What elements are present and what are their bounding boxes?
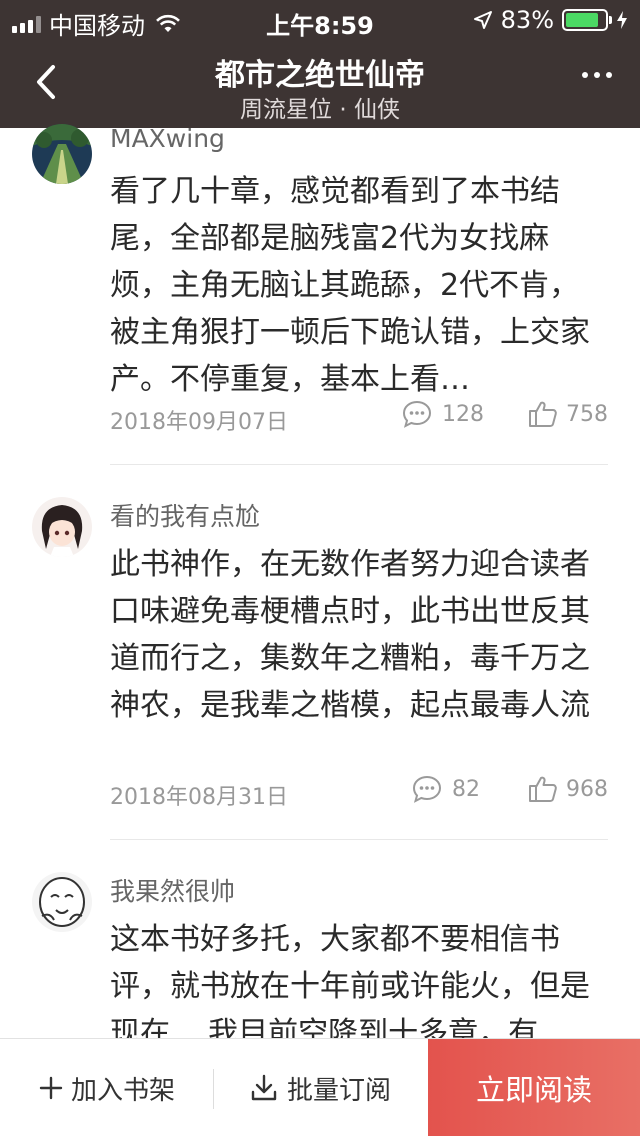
reply-button[interactable]: 128 — [402, 400, 484, 428]
batch-subscribe-label: 批量订阅 — [286, 1075, 391, 1106]
battery-fill — [566, 13, 598, 27]
reply-count: 128 — [442, 401, 484, 427]
comment-text: 此书神作，在无数作者努力迎合读者口味避免毒梗槽点时，此书出世反其道而行之，集数年… — [110, 547, 590, 723]
status-right: 83% — [473, 6, 628, 34]
charging-bolt-icon — [617, 11, 627, 29]
location-arrow-icon — [473, 11, 492, 29]
avatar[interactable] — [32, 497, 92, 557]
comment-date: 2018年08月31日 — [110, 785, 288, 810]
avatar[interactable] — [32, 872, 92, 932]
comment-date: 2018年09月07日 — [110, 410, 288, 435]
avatar[interactable] — [32, 124, 92, 184]
avatar-image — [32, 497, 92, 557]
header: 中国移动 上午8:59 83% 都市之绝世仙帝 周流星位 · 仙侠 — [0, 0, 640, 128]
like-button[interactable]: 758 — [528, 400, 608, 428]
avatar-image — [32, 124, 92, 184]
batch-subscribe-button[interactable]: 批量订阅 — [214, 1039, 428, 1136]
reply-count: 82 — [452, 776, 480, 802]
battery-percent: 83% — [500, 6, 554, 34]
like-count: 758 — [566, 401, 608, 427]
more-dot — [606, 72, 612, 78]
like-count: 968 — [566, 776, 608, 802]
avatar-image — [32, 872, 92, 932]
comment-item[interactable]: 看的我有点尬 此书神作，在无数作者努力迎合读者口味避免毒梗槽点时，此书出世反其道… — [0, 465, 640, 839]
book-meta: 周流星位 · 仙侠 — [240, 97, 400, 123]
page-title: 都市之绝世仙帝 — [215, 58, 425, 93]
thumbs-up-icon — [529, 776, 557, 802]
more-dot — [594, 72, 600, 78]
more-dot — [582, 72, 588, 78]
more-button[interactable] — [582, 72, 612, 78]
read-now-button[interactable]: 立即阅读 — [428, 1039, 640, 1136]
comment-item[interactable]: 我果然很帅 这本书好多托，大家都不要相信书评，就书放在十年前或许能火，但是现在.… — [0, 840, 640, 1038]
comment-bubble-icon — [402, 400, 432, 428]
comment-text: 看了几十章，感觉都看到了本书结尾，全部都是脑残富2代为女找麻烦，主角无脑让其跪舔… — [110, 174, 590, 397]
add-to-shelf-button[interactable]: 加入书架 — [0, 1039, 214, 1136]
thumbs-up-icon — [529, 401, 557, 427]
comment-meta: 2018年08月31日 82 968 — [110, 775, 608, 811]
comment-bubble-icon — [412, 775, 442, 803]
download-icon — [251, 1074, 277, 1101]
comment-username[interactable]: MAXwing — [110, 124, 225, 153]
like-button[interactable]: 968 — [528, 775, 608, 803]
plus-icon — [39, 1076, 63, 1100]
add-to-shelf-label: 加入书架 — [70, 1075, 175, 1106]
bottom-action-bar: 加入书架 批量订阅 立即阅读 — [0, 1038, 640, 1136]
comment-text: 这本书好多托，大家都不要相信书评，就书放在十年前或许能火，但是现在....我目前… — [110, 922, 590, 1038]
comment-item[interactable]: MAXwing 看了几十章，感觉都看到了本书结尾，全部都是脑残富2代为女找麻烦，… — [0, 124, 640, 464]
status-bar: 中国移动 上午8:59 83% — [0, 0, 640, 40]
reply-button[interactable]: 82 — [412, 775, 480, 803]
comment-username[interactable]: 看的我有点尬 — [110, 497, 260, 533]
comment-username[interactable]: 我果然很帅 — [110, 872, 235, 908]
battery-icon — [562, 9, 612, 31]
comment-meta: 2018年09月07日 128 758 — [110, 400, 608, 436]
